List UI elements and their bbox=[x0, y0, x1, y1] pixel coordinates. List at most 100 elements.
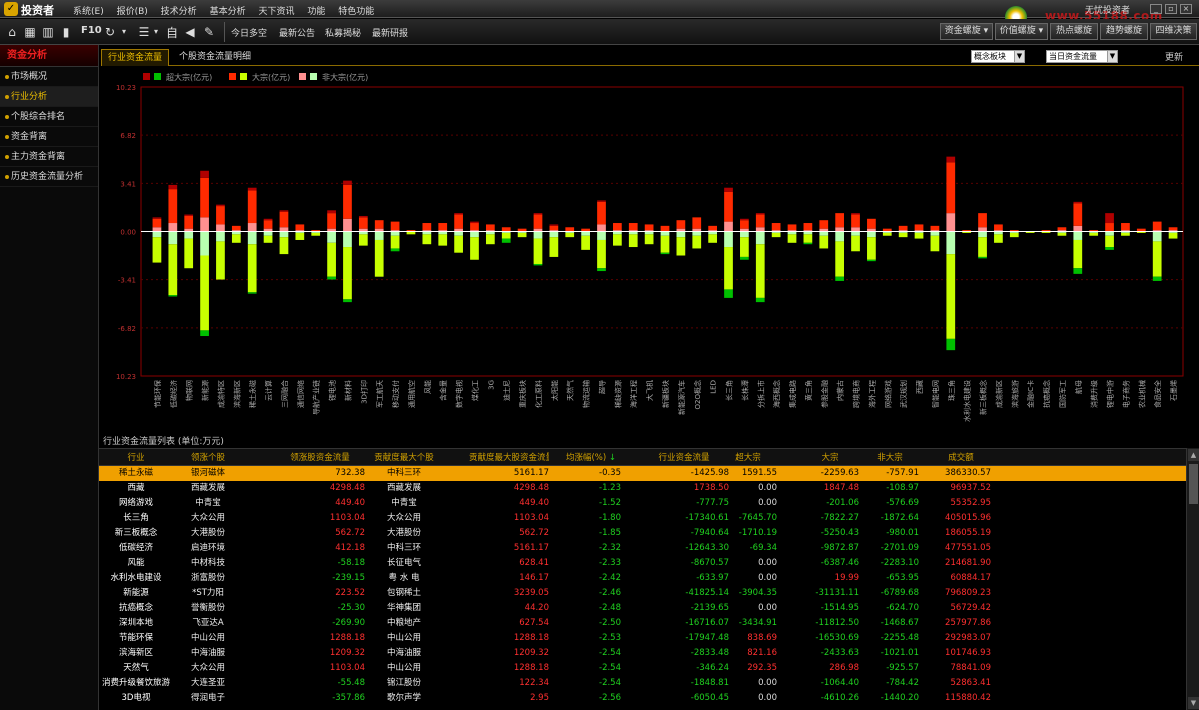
menu-system[interactable]: 系统(E) bbox=[73, 7, 104, 17]
table-cell: -239.15 bbox=[332, 573, 365, 583]
value-spiral-button[interactable]: 价值螺旋 ▾ bbox=[995, 23, 1048, 40]
table-row[interactable]: 天然气 大众公用 1103.04 中山公用 1288.18 -2.54 -346.24 292… bbox=[99, 661, 1186, 676]
self-select-button[interactable]: 自 bbox=[166, 24, 178, 41]
column-header[interactable]: 行业 bbox=[99, 449, 173, 467]
table-cell: -1.52 bbox=[599, 498, 621, 508]
home-icon[interactable]: ⌂ bbox=[4, 24, 20, 40]
link-private-fund[interactable]: 私募揭秘 bbox=[325, 26, 361, 39]
scroll-thumb[interactable] bbox=[1189, 464, 1198, 504]
hotspot-spiral-button[interactable]: 热点螺旋 bbox=[1050, 23, 1098, 40]
column-header[interactable]: 贡献度最大股资金流量 bbox=[469, 449, 549, 467]
x-category-label: 海洋工程 bbox=[629, 380, 638, 408]
table-row[interactable]: 抗癌概念 誉衡股份 -25.30 华神集团 44.20 -2.48 -2139.65 0.00… bbox=[99, 601, 1186, 616]
quote-list-icon[interactable]: ▦ bbox=[22, 24, 38, 40]
bullet-icon bbox=[5, 174, 9, 179]
x-category-label: 黄三角 bbox=[804, 380, 813, 401]
bar-block-out bbox=[200, 255, 209, 331]
table-row[interactable]: 网络游戏 中青宝 449.40 中青宝 449.40 -1.52 -777.75 0.00 -2… bbox=[99, 496, 1186, 511]
sidebar-item[interactable]: 行业分析 bbox=[0, 87, 98, 107]
scroll-down-icon[interactable]: ▼ bbox=[1188, 697, 1199, 709]
sidebar-item[interactable]: 主力资金背离 bbox=[0, 147, 98, 167]
menu-technical[interactable]: 技术分析 bbox=[161, 7, 197, 17]
tab-industry-flow[interactable]: 行业资金流量 bbox=[101, 49, 170, 66]
menu-news[interactable]: 天下资讯 bbox=[258, 7, 294, 17]
four-dim-button[interactable]: 四维决策 bbox=[1150, 23, 1197, 40]
column-header[interactable]: 领涨股资金流量 bbox=[275, 449, 365, 467]
column-header[interactable]: 非大宗 bbox=[861, 449, 919, 467]
table-row[interactable]: 长三角 大众公用 1103.04 大众公用 1103.04 -1.80 -17340.61-… bbox=[99, 511, 1186, 526]
table-scrollbar[interactable]: ▲ ▼ bbox=[1186, 448, 1199, 710]
x-category-label: 农业机械 bbox=[1137, 380, 1146, 408]
table-cell: -108.97 bbox=[886, 483, 919, 493]
trend-spiral-button[interactable]: 趋势螺旋 bbox=[1100, 23, 1148, 40]
table-cell: 4298.48 bbox=[329, 483, 365, 493]
speaker-icon[interactable]: ◀ bbox=[182, 24, 198, 40]
column-header[interactable]: 大宗 bbox=[801, 449, 859, 467]
column-header[interactable]: 贡献度最大个股 bbox=[369, 449, 439, 467]
column-header[interactable]: 均涨幅(%) ↓ bbox=[561, 449, 621, 467]
table-cell: -1468.67 bbox=[880, 618, 919, 628]
table-cell: -2833.48 bbox=[690, 648, 729, 658]
wrench-icon[interactable]: ✎ bbox=[201, 24, 217, 40]
table-row[interactable]: 低碳经济 启迪环境 412.18 中科三环 5161.17 -2.32 -12643.30 -… bbox=[99, 541, 1186, 556]
kline-icon[interactable]: ▥ bbox=[40, 24, 56, 40]
bar-superblock-out bbox=[660, 252, 670, 255]
bar-nonblock-out bbox=[343, 231, 352, 248]
table-cell: 中青宝 bbox=[195, 498, 221, 508]
tab-stock-flow-detail[interactable]: 个股资金流量明细 bbox=[173, 49, 257, 66]
sidebar-item[interactable]: 资金背离 bbox=[0, 127, 98, 147]
table-row[interactable]: 消费升级餐饮旅游 大连圣亚 -55.48 锦江股份 122.34 -2.54 -1848.8… bbox=[99, 676, 1186, 691]
x-category-label: 天然气 bbox=[566, 380, 575, 401]
bar-block-out bbox=[501, 232, 511, 239]
bar-nonblock-out bbox=[247, 231, 257, 245]
menu-special[interactable]: 特色功能 bbox=[338, 7, 374, 17]
close-icon[interactable]: × bbox=[1180, 4, 1192, 14]
column-header[interactable]: 行业资金流量 bbox=[639, 449, 729, 467]
menu-fundamental[interactable]: 基本分析 bbox=[210, 7, 246, 17]
table-row[interactable]: 节能环保 中山公用 1288.18 中山公用 1288.18 -2.53 -17947.48… bbox=[99, 631, 1186, 646]
sidebar-item[interactable]: 市场概况 bbox=[0, 67, 98, 87]
table-row[interactable]: 水利水电建设 浙富股份 -239.15 粤 水 电 146.17 -2.42 -633.97… bbox=[99, 571, 1186, 586]
sector-select[interactable]: 概念板块 ▼ bbox=[971, 50, 1025, 63]
sidebar-item[interactable]: 个股综合排名 bbox=[0, 107, 98, 127]
menu-functions[interactable]: 功能 bbox=[307, 7, 325, 17]
refresh-button[interactable]: 更新 bbox=[1165, 50, 1183, 63]
bar-chart-icon[interactable]: ▮ bbox=[58, 24, 74, 40]
bar-superblock-out bbox=[803, 242, 813, 245]
table-row[interactable]: 新三板概念 大港股份 562.72 大港股份 562.72 -1.85 -7940.64 -1… bbox=[99, 526, 1186, 541]
fund-spiral-button[interactable]: 资金螺旋 ▾ bbox=[940, 23, 993, 40]
table-cell: 1288.18 bbox=[513, 633, 549, 643]
link-long-short[interactable]: 今日多空 bbox=[231, 26, 267, 39]
f10-button[interactable]: F10 bbox=[81, 25, 102, 36]
x-category-label: 节能环保 bbox=[153, 380, 162, 408]
column-header[interactable]: 成交额 bbox=[931, 449, 991, 467]
bar-nonblock-in bbox=[835, 227, 845, 232]
table-row[interactable]: 滨海新区 中海油服 1209.32 中海油服 1209.32 -2.54 -2833.48 8… bbox=[99, 646, 1186, 661]
restore-icon[interactable]: ▫ bbox=[1165, 4, 1177, 14]
refresh-dropdown-icon[interactable]: ▾ bbox=[116, 24, 132, 40]
table-cell: 257977.86 bbox=[945, 618, 991, 628]
table-cell: 包钢稀土 bbox=[386, 588, 421, 598]
table-cell: -2.54 bbox=[599, 648, 621, 658]
link-announcements[interactable]: 最新公告 bbox=[279, 26, 315, 39]
menu-quotes[interactable]: 报价(B) bbox=[117, 7, 148, 17]
table-cell: 中海油服 bbox=[386, 648, 421, 658]
table-row[interactable]: 新能源 *ST力阳 223.52 包钢稀土 3239.05 -2.46 -41825.14-… bbox=[99, 586, 1186, 601]
column-header[interactable]: 超大宗 bbox=[719, 449, 777, 467]
x-category-label: 集成电路 bbox=[788, 380, 797, 408]
table-row[interactable]: 深圳本地 飞亚达A -269.90 中粮地产 627.54 -2.50 -16716.07-… bbox=[99, 616, 1186, 631]
table-row[interactable]: 稀土永磁 银河磁体 732.38 中科三环 5161.17 -0.35 -1425.98 15… bbox=[99, 466, 1186, 481]
minimize-icon[interactable]: _ bbox=[1150, 4, 1162, 14]
column-header[interactable]: 领涨个股 bbox=[173, 449, 243, 467]
x-category-label: O2O概念 bbox=[693, 380, 702, 409]
link-research[interactable]: 最新研报 bbox=[372, 26, 408, 39]
window-dropdown-icon[interactable]: ▾ bbox=[148, 24, 164, 40]
table-row[interactable]: 风能 中材科技 -58.18 长征电气 628.41 -2.33 -8670.57 0.00 -… bbox=[99, 556, 1186, 571]
bar-block-out bbox=[358, 234, 368, 246]
period-select[interactable]: 当日资金流量 ▼ bbox=[1046, 50, 1118, 63]
scroll-up-icon[interactable]: ▲ bbox=[1188, 449, 1199, 461]
sidebar-item[interactable]: 历史资金流量分析 bbox=[0, 167, 98, 187]
table-row[interactable]: 3D电视 得润电子 -357.86 歌尔声学 2.95 -2.56 -6050.45 0.00… bbox=[99, 691, 1186, 706]
table-row[interactable]: 西藏 西藏发展 4298.48 西藏发展 4298.48 -1.23 1738.50 0.00… bbox=[99, 481, 1186, 496]
x-category-label: 云计算 bbox=[264, 380, 273, 401]
